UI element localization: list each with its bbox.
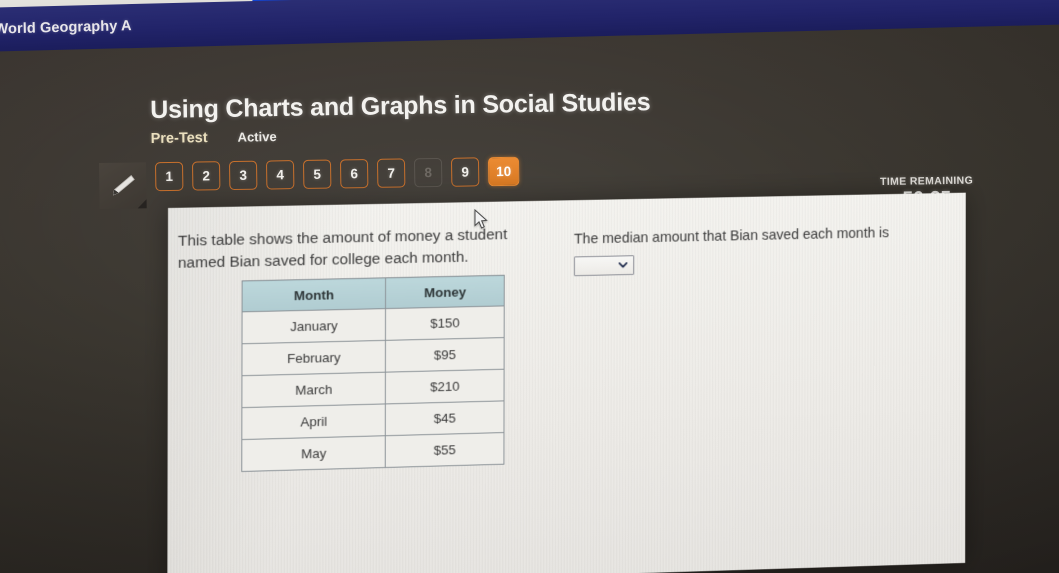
cell-month: March [241,372,386,408]
column-header-month: Month [242,277,386,312]
cell-money: $150 [385,305,505,341]
test-type-label: Pre-Test [150,130,208,147]
cell-money: $55 [385,432,504,468]
question-button-1[interactable]: 1 [154,161,184,192]
table-row: May $55 [241,432,504,472]
pencil-tool-button[interactable] [99,162,147,209]
question-button-5[interactable]: 5 [302,159,332,189]
status-badge: Active [237,129,277,145]
cell-month: January [241,308,386,344]
question-button-9[interactable]: 9 [450,157,480,187]
course-name-label: World Geography A [0,18,132,38]
cell-money: $95 [385,337,505,373]
assignment-title: Using Charts and Graphs in Social Studie… [150,88,651,124]
question-button-8: 8 [413,157,443,188]
cell-money: $210 [385,369,505,404]
median-answer-dropdown[interactable] [573,255,635,277]
question-button-2[interactable]: 2 [191,161,221,191]
question-prompt-text: This table shows the amount of money a s… [177,226,508,273]
screen-photo: World Geography A Using Charts and Graph… [0,0,1059,573]
time-remaining-label: TIME REMAINING [880,174,974,188]
chevron-down-icon [619,263,628,269]
cell-money: $45 [385,400,505,436]
assignment-header: Using Charts and Graphs in Social Studie… [150,88,651,147]
question-content-panel: This table shows the amount of money a s… [167,192,966,573]
answer-area: The median amount that Bian saved each m… [573,222,958,277]
pencil-icon [112,174,135,196]
question-button-10[interactable]: 10 [487,156,520,187]
question-button-7[interactable]: 7 [376,158,406,188]
question-button-4[interactable]: 4 [265,160,295,190]
column-header-money: Money [385,275,505,309]
course-header-bar: World Geography A [0,0,1059,52]
cell-month: May [241,435,386,472]
cell-month: February [241,340,386,376]
assignment-subheader: Pre-Test Active [151,123,651,147]
cell-month: April [241,403,386,440]
savings-table: Month Money January $150 February $95 Ma… [241,275,505,472]
question-button-6[interactable]: 6 [339,159,369,189]
question-navigation: 1 2 3 4 5 6 7 8 9 10 [99,156,520,209]
answer-prompt-text: The median amount that Bian saved each m… [573,225,890,248]
question-button-3[interactable]: 3 [228,160,258,191]
